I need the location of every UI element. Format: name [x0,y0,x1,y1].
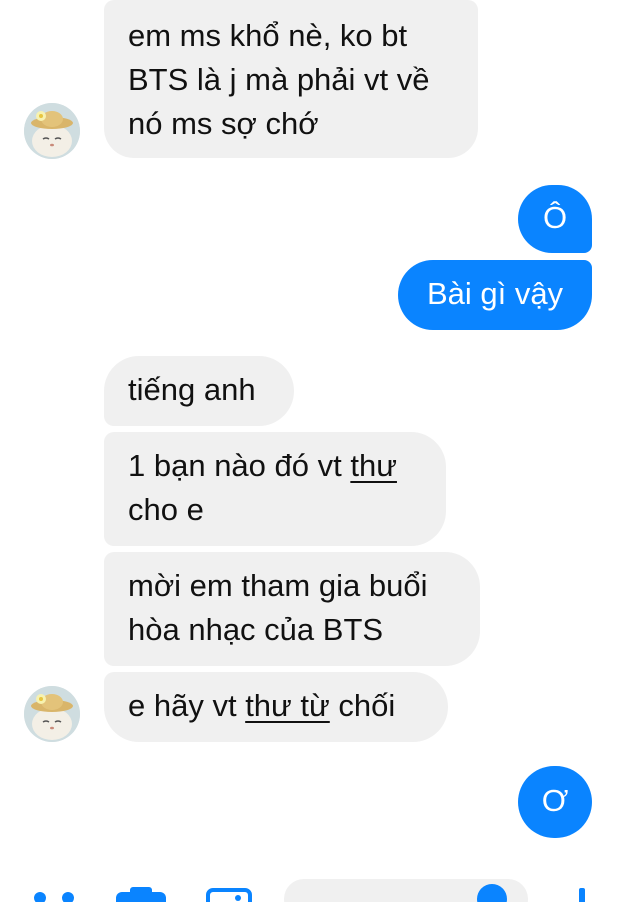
message-line: cho e [128,492,204,527]
cat-with-hat-icon [24,686,80,742]
dots-icon[interactable] [34,892,74,904]
message-line: 1 bạn nào đó vt thư [128,444,422,488]
message-bubble-incoming[interactable]: tiếng anh [104,356,294,426]
underlined-link[interactable]: thư từ [245,688,330,723]
contact-avatar[interactable] [24,686,80,742]
message-line: em ms khổ nè, ko bt [128,18,408,53]
underlined-link[interactable]: thư [350,448,397,483]
message-line: BTS là j mà phải vt về [128,62,430,97]
composer-icons [34,879,585,907]
message-bubble-incoming[interactable]: e hãy vt thư từ chối [104,672,448,742]
message-bubble-outgoing[interactable]: Ô [518,185,592,253]
message-line: nó ms sợ chớ [128,106,319,141]
message-line: mời em tham gia buổi [128,568,428,603]
message-bubble-incoming[interactable]: mời em tham gia buổi hòa nhạc của BTS [104,552,480,666]
message-bubble-outgoing[interactable]: Ơ [518,766,592,838]
message-text: e hãy vt [128,688,246,723]
message-bubble-incoming[interactable]: 1 bạn nào đó vt thư cho e [104,432,446,546]
message-text: tiếng anh [128,372,256,407]
message-text: Ơ [541,783,569,818]
composer-bar [0,862,640,907]
message-text: Ô [542,200,568,235]
like-icon[interactable] [579,888,585,907]
contact-avatar[interactable] [24,103,80,159]
message-line: hòa nhạc của BTS [128,612,384,647]
cat-with-hat-icon [24,103,80,159]
message-text: 1 bạn nào đó vt [128,448,351,483]
message-bubble-incoming[interactable]: em ms khổ nè, ko bt BTS là j mà phải vt … [104,0,478,158]
camera-icon[interactable] [116,887,166,907]
gallery-icon[interactable] [206,888,252,907]
message-bubble-outgoing[interactable]: Bài gì vậy [398,260,592,330]
message-text: chối [329,688,396,723]
message-text: Bài gì vậy [426,276,564,311]
